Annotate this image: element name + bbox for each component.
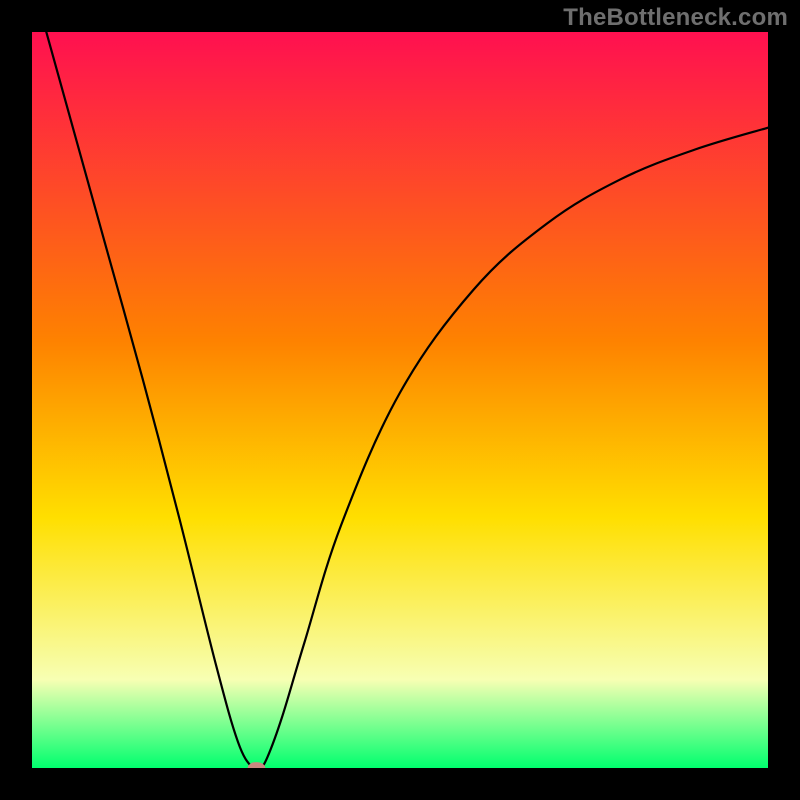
chart-stage: TheBottleneck.com xyxy=(0,0,800,800)
watermark-text: TheBottleneck.com xyxy=(563,4,788,32)
minimum-marker xyxy=(248,762,266,768)
curve-layer xyxy=(32,32,768,768)
plot-area xyxy=(32,32,768,768)
bottleneck-curve xyxy=(32,32,768,768)
